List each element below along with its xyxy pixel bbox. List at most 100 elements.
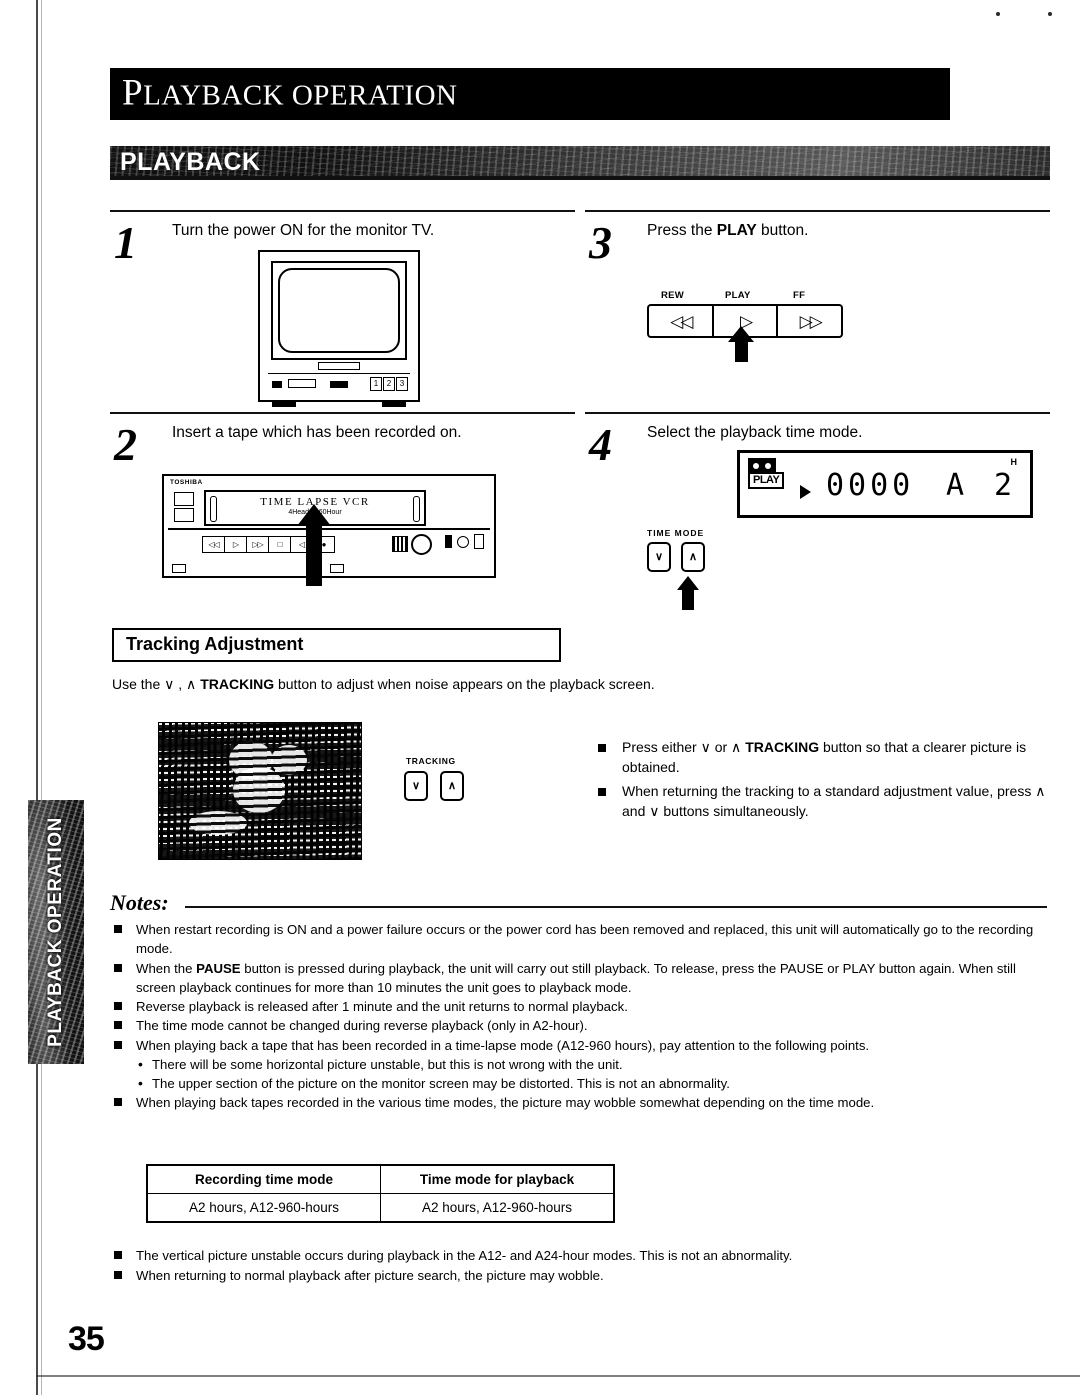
tv-knob: [330, 381, 348, 388]
step-3: 3 Press the PLAY button. REW PLAY FF ◁◁ …: [585, 210, 1050, 408]
page-title: PLAYBACK OPERATION: [122, 72, 457, 115]
vcr-jack: [445, 535, 452, 548]
transport-labels: REW PLAY FF: [647, 290, 843, 304]
slot-lip: [210, 496, 217, 522]
tracking-intro-part2: button to adjust when noise appears on t…: [274, 676, 655, 692]
tv-channel-button: 3: [396, 377, 408, 391]
steps-grid: 1 Turn the power ON for the monitor TV. …: [110, 210, 1050, 610]
note-item: Reverse playback is released after 1 min…: [110, 997, 1050, 1016]
arrow-head: [677, 576, 699, 590]
step-number: 1: [114, 217, 137, 268]
lcd-mode-unit: H: [1010, 457, 1018, 467]
step-1: 1 Turn the power ON for the monitor TV. …: [110, 210, 575, 408]
step-number: 4: [589, 419, 612, 470]
step-caption: Insert a tape which has been recorded on…: [172, 424, 462, 441]
section-bar: PLAYBACK: [110, 146, 1050, 178]
arrow-tail: [735, 342, 748, 362]
note-part1: The upper section of the picture on the …: [152, 1076, 730, 1092]
notes-title: Notes:: [110, 890, 169, 915]
table-header-playback-time-mode: Time mode for playback: [380, 1164, 615, 1194]
notes-list: When restart recording is ON and a power…: [110, 920, 1050, 1113]
section-bar-label: PLAYBACK: [120, 148, 261, 176]
note-part1: When the: [136, 960, 197, 976]
vcr-stop-icon: □: [269, 537, 291, 552]
note-part1: When playing back tapes recorded in the …: [136, 1095, 875, 1111]
transport-buttons-illustration: REW PLAY FF ◁◁ ▷ ▷▷: [647, 290, 843, 362]
step-divider: [585, 412, 1050, 414]
vcr-eject-button: [174, 508, 194, 522]
arrow-tail: [306, 526, 322, 586]
note-emphasis: PAUSE: [196, 960, 241, 976]
lcd-play-indicator: PLAY: [748, 472, 785, 489]
tracking-buttons-illustration: TRACKING ∨ ∧: [404, 756, 464, 801]
tv-knob: [288, 379, 316, 388]
arrow-tail: [682, 590, 694, 610]
pointer-arrow-to-slot: [297, 504, 331, 586]
note-item: When returning to normal playback after …: [110, 1266, 1050, 1286]
note-sub-item: The upper section of the picture on the …: [110, 1073, 1050, 1094]
step-number: 3: [589, 217, 612, 268]
page-frame-bottom: [36, 1375, 1080, 1377]
step-number: 2: [114, 419, 137, 470]
rew-label: REW: [661, 290, 685, 301]
time-mode-up-button[interactable]: ∧: [681, 542, 705, 572]
tracking-down-button[interactable]: ∨: [404, 771, 428, 801]
time-mode-down-button[interactable]: ∨: [647, 542, 671, 572]
tracking-intro-part1: Use the ∨ , ∧: [112, 676, 201, 692]
step-4: 4 Select the playback time mode. PLAY 00…: [585, 412, 1050, 610]
table-header-row: Recording time mode Time mode for playba…: [146, 1164, 615, 1194]
step-caption-prefix: Press the: [647, 222, 717, 239]
step-caption: Select the playback time mode.: [647, 424, 863, 441]
page-title-rest: LAYBACK OPERATION: [143, 79, 458, 112]
vcr-brand-label: TOSHIBA: [170, 479, 203, 486]
page-title-banner: PLAYBACK OPERATION: [110, 68, 950, 120]
note-item: The time mode cannot be changed during r…: [110, 1016, 1050, 1035]
side-tab-label: PLAYBACK OPERATION: [45, 817, 66, 1047]
lcd-mode-value: 2: [993, 468, 1012, 503]
note-item: The vertical picture unstable occurs dur…: [110, 1246, 1050, 1266]
tracking-intro-text: Use the ∨ , ∧ TRACKING button to adjust …: [112, 676, 655, 693]
table-row: A2 hours, A12-960-hours A2 hours, A12-96…: [146, 1193, 615, 1223]
note-item: When playing back a tape that has been r…: [110, 1036, 1050, 1055]
table-cell-playback-time-mode: A2 hours, A12-960-hours: [380, 1193, 615, 1223]
tracking-up-button[interactable]: ∧: [440, 771, 464, 801]
arrow-head: [297, 504, 331, 526]
note-part2: button is pressed during playback, the u…: [136, 960, 1016, 995]
ff-label: FF: [793, 290, 806, 301]
tracking-button-label: TRACKING: [406, 756, 456, 766]
vcr-jacks: [445, 534, 484, 549]
table-cell-recording-time-mode: A2 hours, A12-960-hours: [146, 1193, 381, 1223]
vcr-foot: [172, 564, 186, 573]
step-divider: [110, 210, 575, 212]
tracking-bullet: When returning the tracking to a standar…: [596, 782, 1046, 822]
time-mode-label: TIME MODE: [647, 528, 705, 538]
note-part1: When restart recording is ON and a power…: [136, 922, 1034, 957]
fast-forward-icon: ▷▷: [799, 311, 823, 331]
tracking-button-row: ∨ ∧: [404, 771, 464, 801]
noise-scanlines: [159, 723, 361, 859]
vcr-grill: [392, 536, 408, 552]
bullet-part1: Press either ∨ or ∧: [622, 739, 746, 755]
tracking-bullet: Press either ∨ or ∧ TRACKING button so t…: [596, 738, 1046, 778]
note-part1: The time mode cannot be changed during r…: [136, 1018, 588, 1034]
tracking-bullet-list: Press either ∨ or ∧ TRACKING button so t…: [596, 738, 1046, 826]
step-caption: Turn the power ON for the monitor TV.: [172, 222, 435, 239]
step-caption: Press the PLAY button.: [647, 222, 808, 240]
vcr-ff-icon: ▷▷: [247, 537, 269, 552]
vcr-eject-button: [174, 492, 194, 506]
note-item: When the PAUSE button is pressed during …: [110, 959, 1050, 998]
table-header-recording-time-mode: Recording time mode: [146, 1164, 381, 1194]
time-mode-buttons-illustration: TIME MODE ∨ ∧: [647, 528, 705, 610]
tv-channel-buttons: 1 2 3: [370, 377, 408, 391]
arrow-up-icon: [728, 326, 754, 362]
monitor-tv-illustration: 1 2 3: [258, 250, 420, 407]
page-number: 35: [68, 1320, 105, 1358]
notes-rule: [185, 906, 1047, 908]
play-label: PLAY: [725, 290, 751, 301]
time-mode-button-row: ∨ ∧: [647, 542, 705, 572]
time-mode-table: Recording time mode Time mode for playba…: [146, 1164, 615, 1223]
tv-bezel: [271, 261, 407, 360]
tv-foot: [272, 400, 296, 407]
pointer-arrow-to-mode-up: [677, 576, 699, 610]
tv-foot: [382, 400, 406, 407]
